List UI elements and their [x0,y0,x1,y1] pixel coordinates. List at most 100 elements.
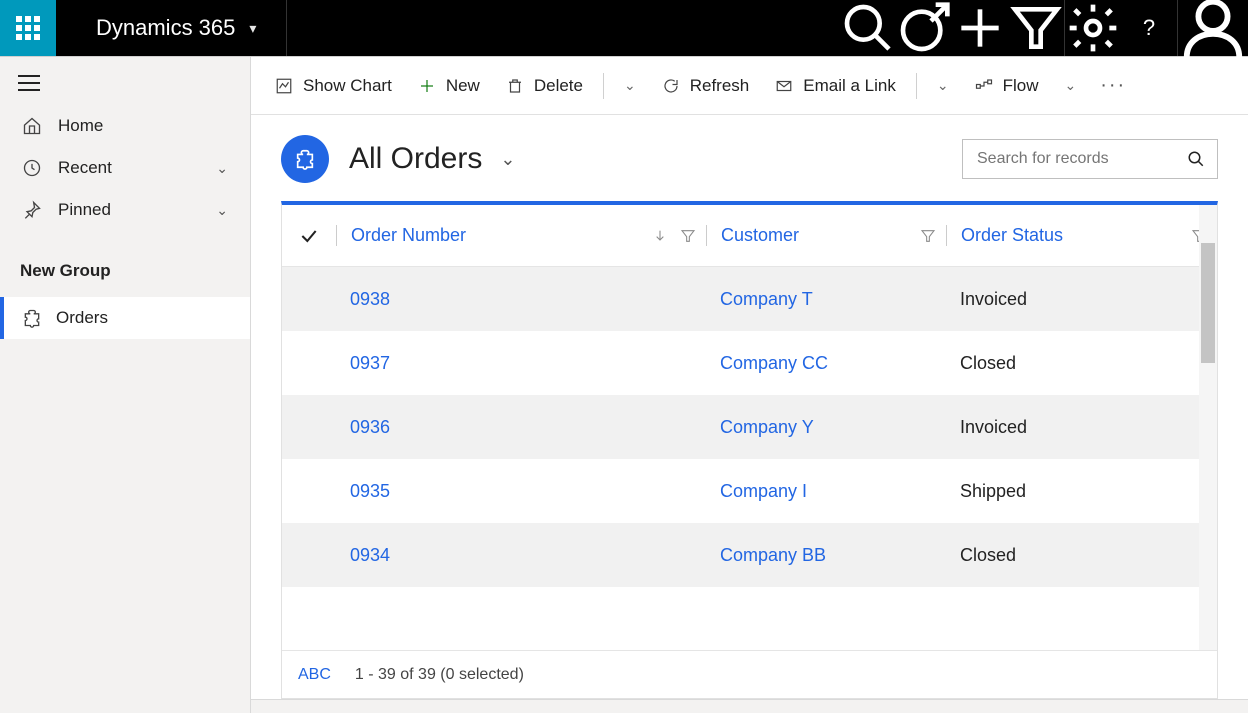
brand-switcher[interactable]: Dynamics 365 ▾ [56,0,287,56]
cmd-label: Email a Link [803,76,896,96]
column-label: Customer [721,225,799,246]
sidebar-item-label: Recent [58,158,112,178]
entity-badge [281,135,329,183]
column-header-order-status[interactable]: Order Status [946,225,1217,246]
vertical-scrollbar[interactable] [1199,205,1217,650]
add-button[interactable] [952,0,1008,56]
cell-order-number[interactable]: 0934 [336,545,706,566]
main-content: Show Chart New Delete ⌄ Refresh Email a … [251,57,1248,713]
email-link-button[interactable]: Email a Link [765,70,906,102]
search-icon [840,0,896,56]
email-split-chevron[interactable]: ⌄ [927,77,959,94]
view-title: All Orders [349,142,482,176]
cell-order-number[interactable]: 0935 [336,481,706,502]
puzzle-icon [294,148,316,170]
chevron-down-icon: ⌄ [500,149,515,170]
sidebar-group-label: New Group [0,231,250,297]
alpha-filter[interactable]: ABC [298,666,331,684]
account-button[interactable] [1178,0,1248,56]
sidebar-item-label: Home [58,116,103,136]
refresh-icon [662,77,680,95]
task-button[interactable] [896,0,952,56]
sidebar-item-home[interactable]: Home [0,105,250,147]
table-row[interactable]: 0935 Company I Shipped [282,459,1217,523]
plus-icon [418,77,436,95]
new-button[interactable]: New [408,70,490,102]
table-row[interactable]: 0938 Company T Invoiced [282,267,1217,331]
hamburger-button[interactable] [0,65,250,105]
mail-icon [775,77,793,95]
pin-icon [22,200,42,220]
table-row[interactable]: 0936 Company Y Invoiced [282,395,1217,459]
grid-footer: ABC 1 - 39 of 39 (0 selected) [282,650,1217,698]
cell-order-status: Invoiced [946,289,1217,310]
column-header-order-number[interactable]: Order Number [336,225,706,246]
overflow-button[interactable]: ··· [1092,74,1134,97]
flow-split-chevron[interactable]: ⌄ [1055,77,1087,94]
global-header: Dynamics 365 ▾ ? [0,0,1248,56]
cell-order-status: Invoiced [946,417,1217,438]
search-icon [1187,150,1205,168]
funnel-icon [680,228,696,244]
cell-order-number[interactable]: 0936 [336,417,706,438]
header-actions: ? [840,0,1248,56]
cell-order-number[interactable]: 0938 [336,289,706,310]
filter-button[interactable] [1008,0,1064,56]
scrollbar-thumb[interactable] [1201,243,1215,363]
help-button[interactable]: ? [1121,0,1177,56]
select-all-checkbox[interactable] [282,226,336,246]
cell-customer[interactable]: Company I [706,481,946,502]
table-row[interactable]: 0937 Company CC Closed [282,331,1217,395]
flow-icon [975,77,993,95]
sort-down-icon [652,228,668,244]
chevron-down-icon: ⌄ [216,160,228,177]
cmd-label: Refresh [690,76,750,96]
view-title-bar: All Orders ⌄ [251,115,1248,201]
sidebar-item-orders[interactable]: Orders [0,297,250,339]
plus-icon [952,0,1008,56]
cell-customer[interactable]: Company Y [706,417,946,438]
delete-split-chevron[interactable]: ⌄ [614,77,646,94]
app-launcher[interactable] [0,0,56,56]
cmd-label: New [446,76,480,96]
cell-customer[interactable]: Company T [706,289,946,310]
record-count: 1 - 39 of 39 (0 selected) [355,666,524,684]
view-switcher[interactable]: All Orders ⌄ [349,142,515,176]
check-icon [299,226,319,246]
settings-button[interactable] [1065,0,1121,56]
search-records[interactable] [962,139,1218,179]
sidebar-item-pinned[interactable]: Pinned ⌄ [0,189,250,231]
show-chart-button[interactable]: Show Chart [265,70,402,102]
refresh-button[interactable]: Refresh [652,70,760,102]
cell-order-status: Shipped [946,481,1217,502]
page-footer-strip [251,699,1248,713]
chevron-down-icon: ⌄ [216,202,228,219]
search-input[interactable] [975,149,1187,169]
table-row[interactable]: 0934 Company BB Closed [282,523,1217,587]
grid-header-row: Order Number Customer Order Status [282,205,1217,267]
home-icon [22,116,42,136]
cell-order-status: Closed [946,353,1217,374]
puzzle-icon [22,308,42,328]
hamburger-icon [18,75,40,91]
cell-order-number[interactable]: 0937 [336,353,706,374]
question-icon: ? [1143,15,1155,41]
cmd-label: Flow [1003,76,1039,96]
clock-icon [22,158,42,178]
sidebar-item-label: Pinned [58,200,111,220]
sidebar-item-recent[interactable]: Recent ⌄ [0,147,250,189]
column-label: Order Number [351,225,466,246]
trash-icon [506,77,524,95]
gear-icon [1065,0,1121,56]
cmd-label: Show Chart [303,76,392,96]
delete-button[interactable]: Delete [496,70,593,102]
search-button[interactable] [840,0,896,56]
sidebar-item-label: Orders [56,308,108,328]
target-icon [896,0,952,56]
flow-button[interactable]: Flow [965,70,1049,102]
cell-customer[interactable]: Company BB [706,545,946,566]
data-grid: Order Number Customer Order Status [281,201,1218,699]
column-header-customer[interactable]: Customer [706,225,946,246]
cell-customer[interactable]: Company CC [706,353,946,374]
cmd-label: Delete [534,76,583,96]
